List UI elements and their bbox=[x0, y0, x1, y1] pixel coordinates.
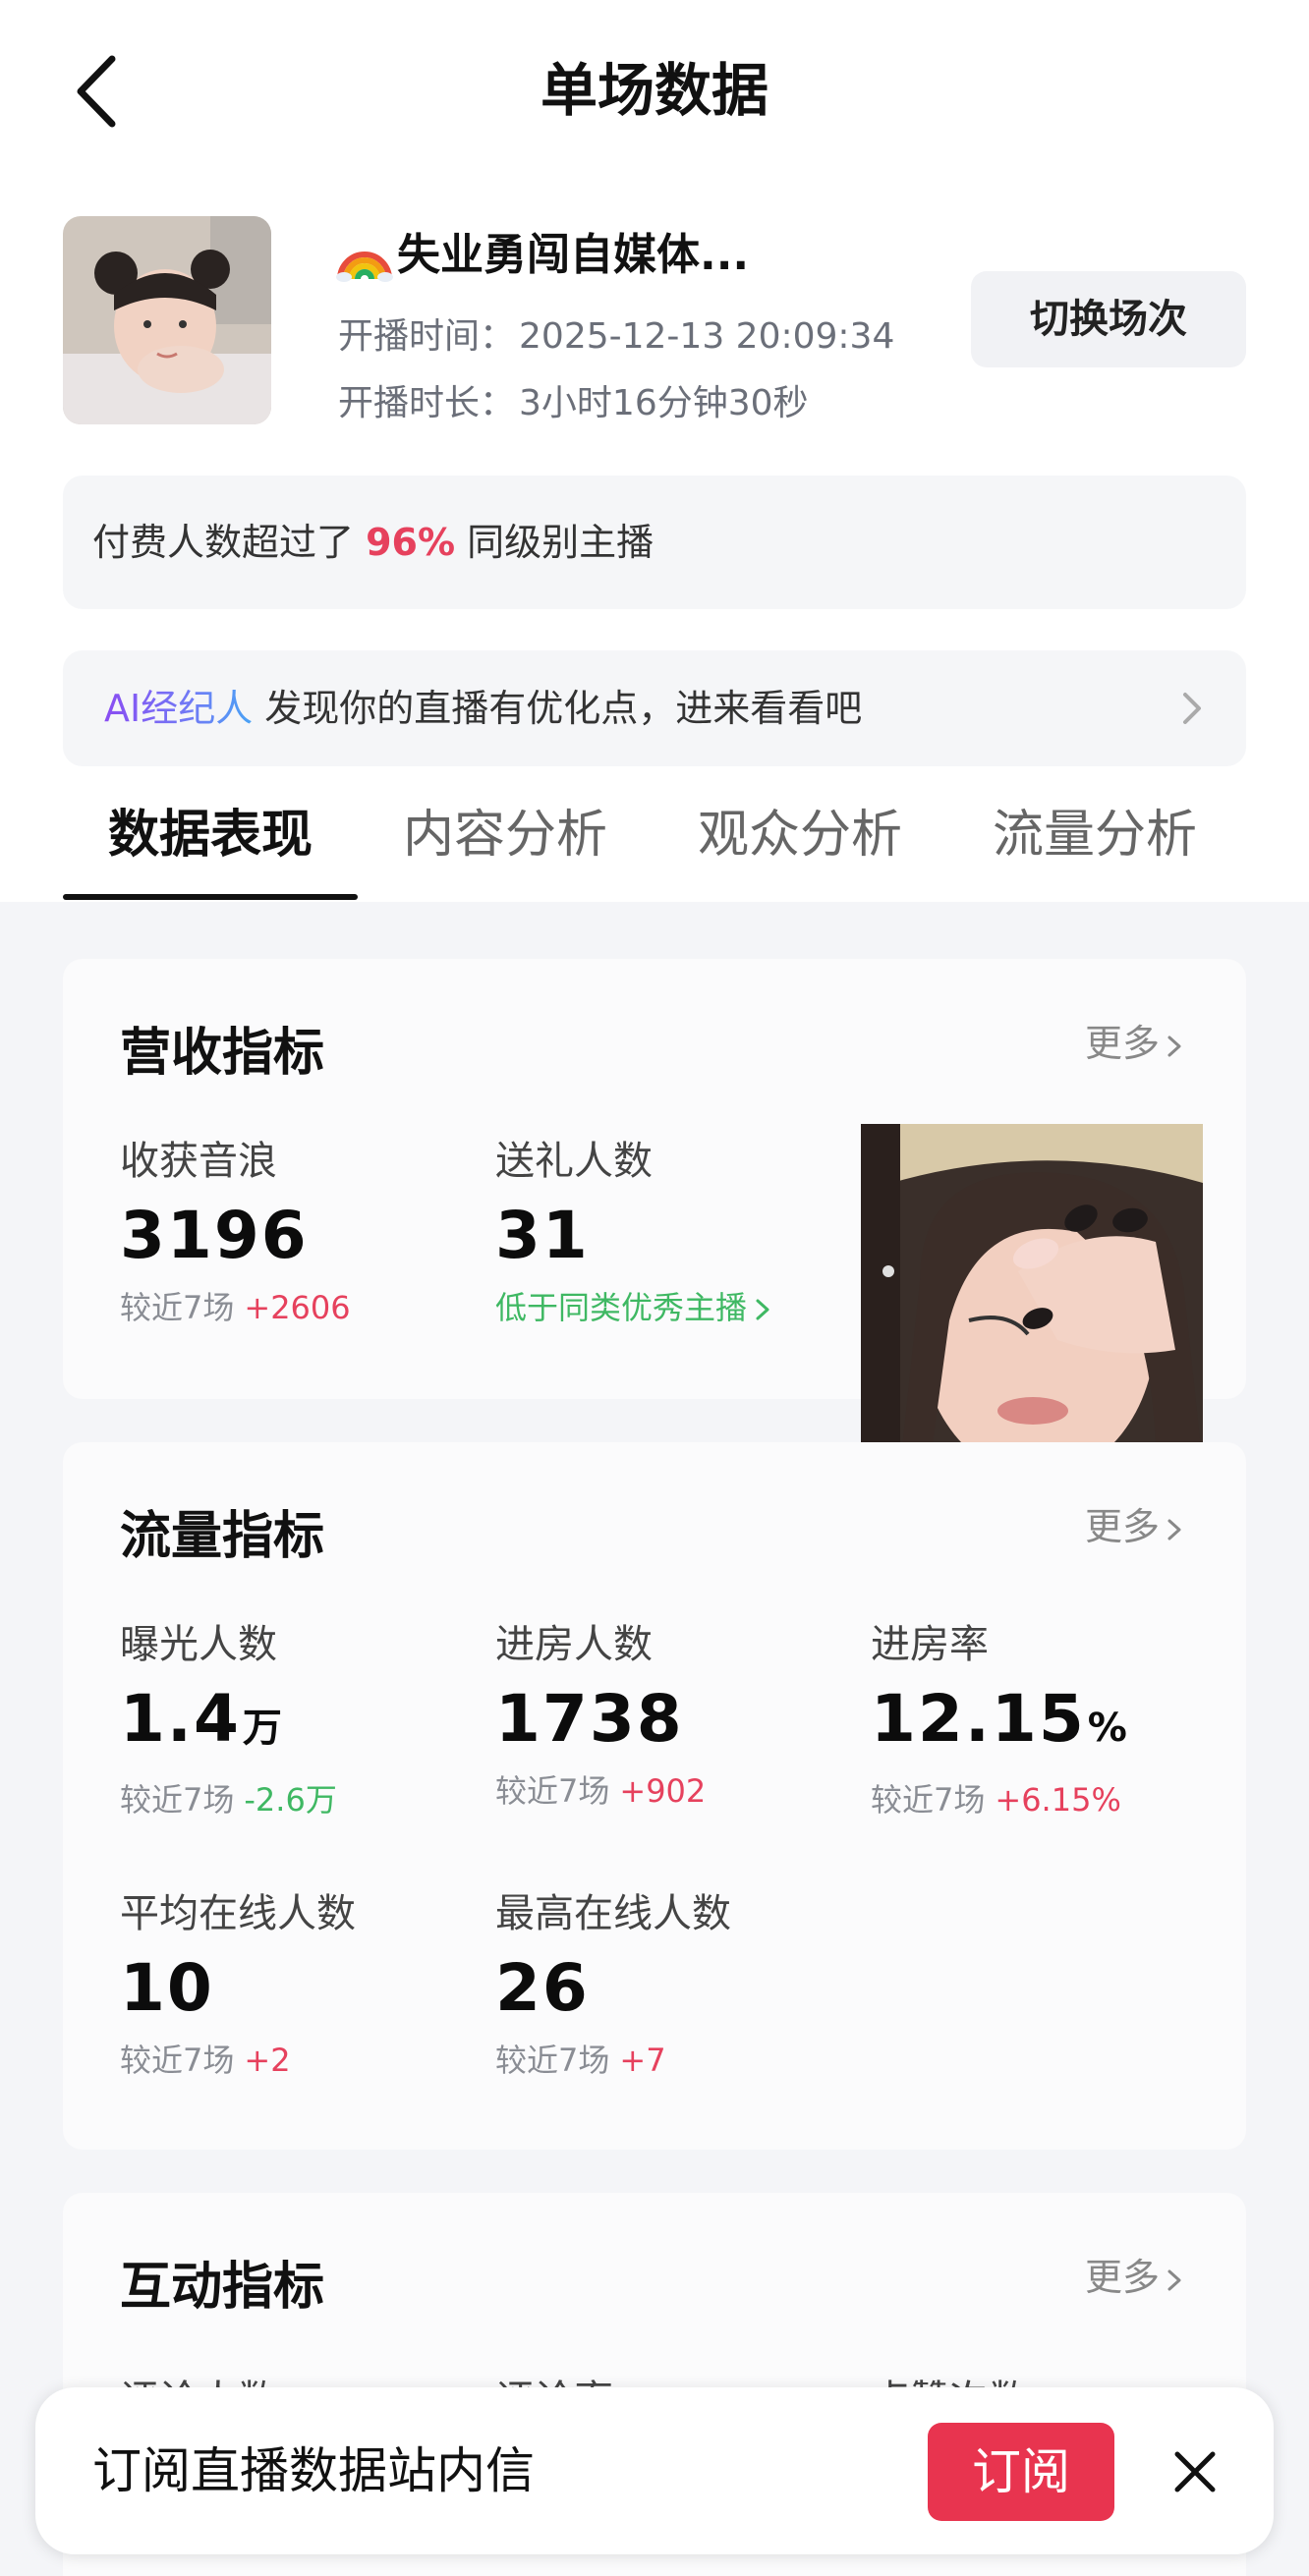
metric-exposure[interactable]: 曝光人数 1.4万 较近7场 -2.6万 bbox=[120, 1617, 474, 1824]
metric-peak-online[interactable]: 最高在线人数 26 较近7场 +7 bbox=[495, 1886, 849, 2085]
metric-entry-rate[interactable]: 进房率 12.15% 较近7场 +6.15% bbox=[871, 1617, 1224, 1824]
subscribe-button[interactable]: 订阅 bbox=[928, 2423, 1114, 2521]
streamer-name: 失业勇闯自媒体... bbox=[336, 220, 749, 291]
duration-value: 3小时16分钟30秒 bbox=[519, 383, 809, 423]
start-time-value: 2025-12-13 20:09:34 bbox=[519, 316, 895, 357]
interaction-more-link[interactable]: 更多 bbox=[1085, 2248, 1185, 2307]
traffic-card: 流量指标 更多 曝光人数 1.4万 较近7场 -2.6万 进房人数 1738 较近… bbox=[63, 1442, 1246, 2150]
streamer-avatar[interactable] bbox=[63, 216, 271, 424]
duration-row: 开播时长： 3小时16分钟30秒 bbox=[338, 377, 809, 430]
interaction-title: 互动指标 bbox=[120, 2258, 325, 2317]
metric-gift-senders[interactable]: 送礼人数 31 低于同类优秀主播 bbox=[495, 1134, 849, 1332]
tab-bar: 数据表现 内容分析 观众分析 流量分析 bbox=[63, 786, 1246, 902]
ai-banner-text: 发现你的直播有优化点，进来看看吧 bbox=[253, 687, 863, 730]
chevron-right-icon bbox=[1167, 1519, 1181, 1540]
top-section bbox=[0, 0, 1309, 902]
rainbow-icon bbox=[336, 234, 393, 282]
revenue-more-link[interactable]: 更多 bbox=[1085, 1014, 1185, 1073]
tab-content-analysis[interactable]: 内容分析 bbox=[403, 786, 607, 884]
chevron-right-icon bbox=[1167, 1036, 1181, 1056]
chevron-right-icon bbox=[1177, 650, 1207, 766]
switch-session-button[interactable]: 切换场次 bbox=[971, 271, 1246, 367]
floating-live-preview[interactable] bbox=[861, 1124, 1203, 1466]
tab-traffic-analysis[interactable]: 流量分析 bbox=[993, 786, 1197, 884]
below-peers-link[interactable]: 低于同类优秀主播 bbox=[495, 1283, 849, 1332]
duration-label: 开播时长： bbox=[338, 383, 516, 423]
start-time-label: 开播时间： bbox=[338, 316, 516, 357]
subscribe-text: 订阅直播数据站内信 bbox=[92, 2442, 535, 2499]
subscribe-bar: 订阅直播数据站内信 订阅 bbox=[35, 2387, 1274, 2554]
chevron-right-icon bbox=[756, 1299, 769, 1320]
traffic-more-link[interactable]: 更多 bbox=[1085, 1497, 1185, 1556]
close-icon[interactable] bbox=[1166, 2442, 1224, 2501]
tab-data-performance[interactable]: 数据表现 bbox=[108, 786, 313, 884]
ai-agent-banner[interactable]: AI经纪人 发现你的直播有优化点，进来看看吧 bbox=[63, 650, 1246, 766]
paid-percent: 96% bbox=[366, 521, 456, 564]
revenue-title: 营收指标 bbox=[120, 1024, 325, 1083]
chevron-right-icon bbox=[1167, 2269, 1181, 2290]
page-title: 单场数据 bbox=[540, 57, 768, 124]
ai-agent-label: AI经纪人 bbox=[104, 687, 254, 730]
metric-avg-online[interactable]: 平均在线人数 10 较近7场 +2 bbox=[120, 1886, 474, 2085]
start-time-row: 开播时间： 2025-12-13 20:09:34 bbox=[338, 310, 894, 364]
traffic-title: 流量指标 bbox=[120, 1507, 325, 1566]
paid-users-notice: 付费人数超过了 96% 同级别主播 bbox=[63, 476, 1246, 609]
active-tab-indicator bbox=[63, 894, 358, 900]
metric-room-entries[interactable]: 进房人数 1738 较近7场 +902 bbox=[495, 1617, 849, 1816]
tab-audience-analysis[interactable]: 观众分析 bbox=[698, 786, 902, 884]
metric-sound-waves[interactable]: 收获音浪 3196 较近7场 +2606 bbox=[120, 1134, 474, 1332]
